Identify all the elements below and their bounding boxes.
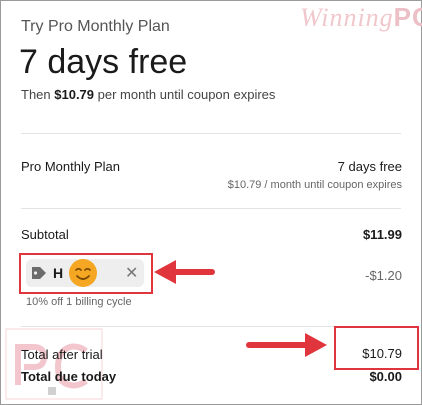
plan-row-value: 7 days free <box>337 159 402 174</box>
price-subtitle: Then $10.79 per month until coupon expir… <box>21 87 275 102</box>
subtitle-price: $10.79 <box>54 87 95 102</box>
subtotal-label: Subtotal <box>21 227 69 242</box>
subtitle-prefix: Then <box>21 87 55 102</box>
coupon-discount: -$1.20 <box>365 268 402 283</box>
plan-label: Try Pro Monthly Plan <box>21 18 170 35</box>
total-after-trial-label: Total after trial <box>21 347 103 362</box>
coupon-highlight-box <box>19 253 153 294</box>
divider <box>21 208 401 209</box>
total-due-today-label: Total due today <box>21 369 117 384</box>
plan-row-label: Pro Monthly Plan <box>21 159 120 174</box>
watermark-logo-icon <box>5 328 103 400</box>
total-highlight-box <box>334 326 419 370</box>
divider <box>21 133 401 134</box>
watermark-suffix: PC <box>393 2 422 32</box>
watermark: WinningPC <box>300 2 422 33</box>
arrow-left-icon <box>154 260 215 284</box>
watermark-word: Winning <box>300 3 394 32</box>
page-title: 7 days free <box>19 43 188 81</box>
subtotal-value: $11.99 <box>362 227 402 242</box>
arrow-right-icon <box>246 333 327 357</box>
coupon-description: 10% off 1 billing cycle <box>26 296 132 308</box>
subtitle-suffix: per month until coupon expires <box>94 87 276 102</box>
plan-row-detail: $10.79 / month until coupon expires <box>227 179 402 191</box>
total-due-today-value: $0.00 <box>369 369 402 384</box>
